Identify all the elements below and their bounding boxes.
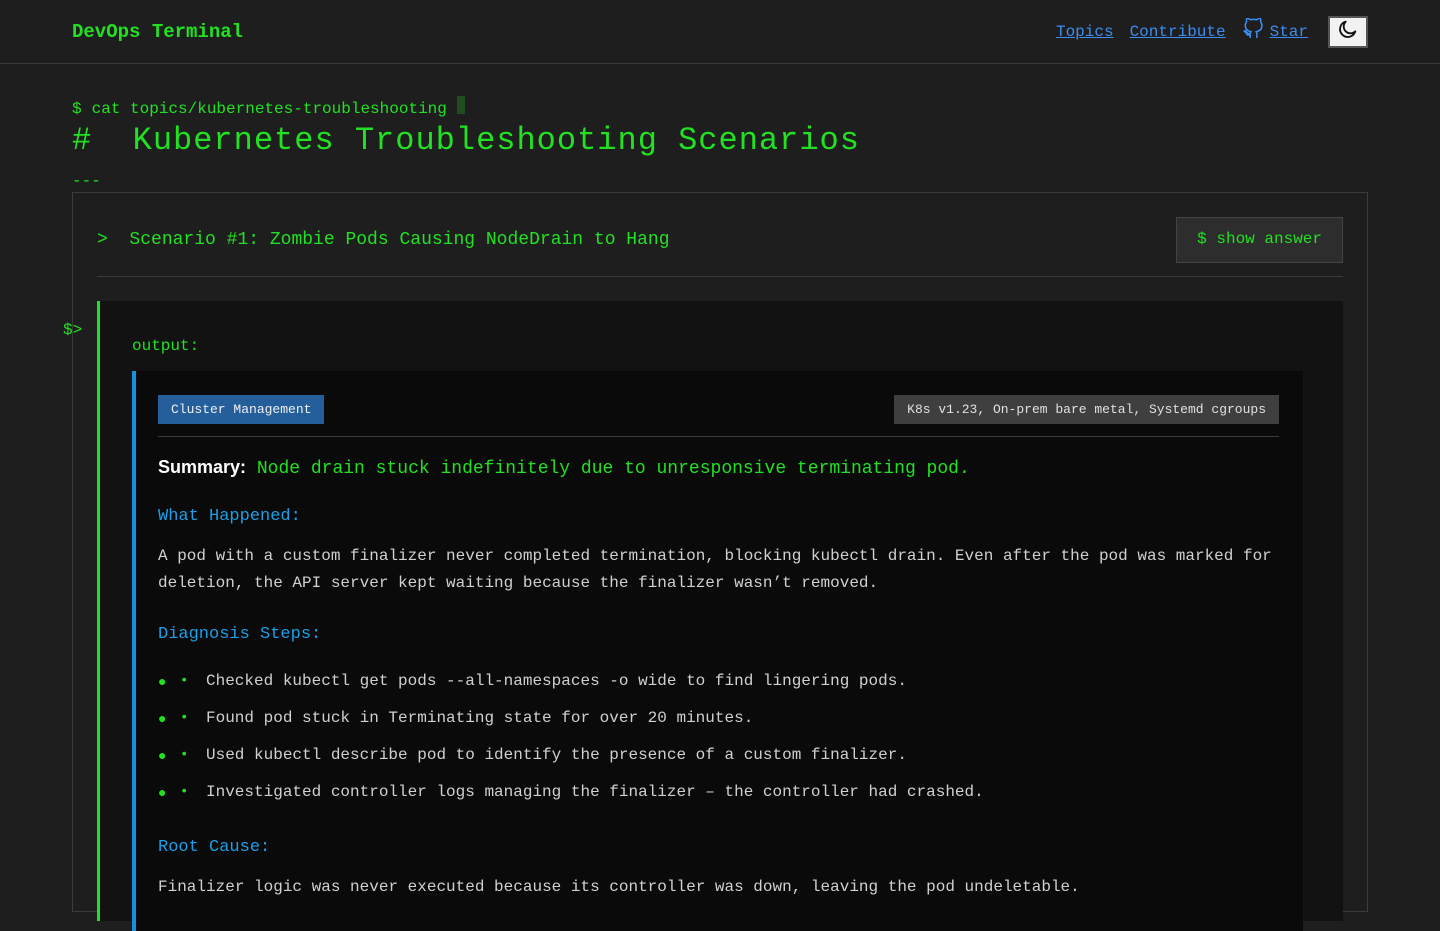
nav-topics-link[interactable]: Topics: [1056, 23, 1114, 41]
title-text: Kubernetes Troubleshooting Scenarios: [132, 122, 860, 159]
top-nav: Topics Contribute Star: [1056, 15, 1368, 48]
list-bullet: ●: [158, 711, 167, 728]
moon-icon: [1337, 18, 1359, 45]
command-text: cat topics/kubernetes-troubleshooting: [91, 100, 447, 118]
terminal-cursor: [456, 96, 465, 114]
title-hash: #: [72, 122, 93, 159]
list-item: ● • Found pod stuck in Terminating state…: [158, 699, 1279, 736]
answer-prompt: $>: [63, 321, 83, 339]
output-label: output:: [132, 337, 200, 355]
list-bullet: ●: [158, 785, 167, 802]
summary: Summary: Node drain stuck indefinitely d…: [158, 457, 1279, 479]
list-bullet: •: [180, 783, 189, 800]
page-title: # Kubernetes Troubleshooting Scenarios: [72, 122, 1368, 160]
list-bullet: ●: [158, 674, 167, 691]
step-text: Checked kubectl get pods --all-namespace…: [206, 671, 907, 690]
main-content: $ cat topics/kubernetes-troubleshooting …: [0, 64, 1440, 931]
step-text: Used kubectl describe pod to identify th…: [206, 745, 907, 764]
top-bar: DevOps Terminal Topics Contribute Star: [0, 0, 1440, 64]
list-bullet: ●: [158, 748, 167, 765]
command-prompt: $: [72, 100, 82, 118]
summary-text: Node drain stuck indefinitely due to unr…: [256, 459, 970, 479]
list-bullet: •: [180, 672, 189, 689]
step-text: Found pod stuck in Terminating state for…: [206, 708, 754, 727]
list-bullet: •: [180, 746, 189, 763]
scenario-marker: >: [97, 230, 108, 250]
brand-logo[interactable]: DevOps Terminal: [72, 21, 243, 43]
command-line: $ cat topics/kubernetes-troubleshooting: [72, 96, 1368, 122]
star-label: Star: [1269, 22, 1308, 41]
meta-row: Cluster Management K8s v1.23, On-prem ba…: [158, 395, 1279, 437]
theme-toggle-button[interactable]: [1328, 15, 1368, 48]
diagnosis-heading: Diagnosis Steps:: [158, 625, 322, 644]
list-item: ● • Investigated controller logs managin…: [158, 773, 1279, 810]
step-text: Investigated controller logs managing th…: [206, 782, 984, 801]
list-item: ● • Checked kubectl get pods --all-names…: [158, 662, 1279, 699]
scenario-details: Cluster Management K8s v1.23, On-prem ba…: [132, 371, 1303, 931]
diagnosis-steps: ● • Checked kubectl get pods --all-names…: [158, 662, 1279, 810]
nav-contribute-link[interactable]: Contribute: [1130, 23, 1226, 41]
what-happened-heading: What Happened:: [158, 507, 301, 526]
scenario-card: > Scenario #1: Zombie Pods Causing NodeD…: [63, 192, 1368, 931]
scenario-header: > Scenario #1: Zombie Pods Causing NodeD…: [97, 217, 1343, 277]
environment-badge: K8s v1.23, On-prem bare metal, Systemd c…: [894, 395, 1279, 424]
github-icon: [1242, 17, 1264, 45]
list-item: ● • Used kubectl describe pod to identif…: [158, 736, 1279, 773]
nav-star-link[interactable]: Star: [1242, 17, 1308, 45]
show-answer-button[interactable]: $ show answer: [1176, 217, 1343, 263]
scenario-title-text: Scenario #1: Zombie Pods Causing NodeDra…: [129, 230, 670, 250]
answer-panel: $> output: Cluster Management K8s v1.23,…: [63, 301, 1343, 931]
title-rule: ---: [72, 172, 101, 190]
category-badge: Cluster Management: [158, 395, 325, 424]
root-cause-text: Finalizer logic was never executed becau…: [158, 878, 1080, 896]
what-happened-text: A pod with a custom finalizer never comp…: [158, 547, 1272, 592]
root-cause-heading: Root Cause:: [158, 838, 271, 857]
summary-label: Summary:: [158, 457, 247, 477]
list-bullet: •: [180, 709, 189, 726]
scenario-title[interactable]: > Scenario #1: Zombie Pods Causing NodeD…: [97, 230, 670, 250]
